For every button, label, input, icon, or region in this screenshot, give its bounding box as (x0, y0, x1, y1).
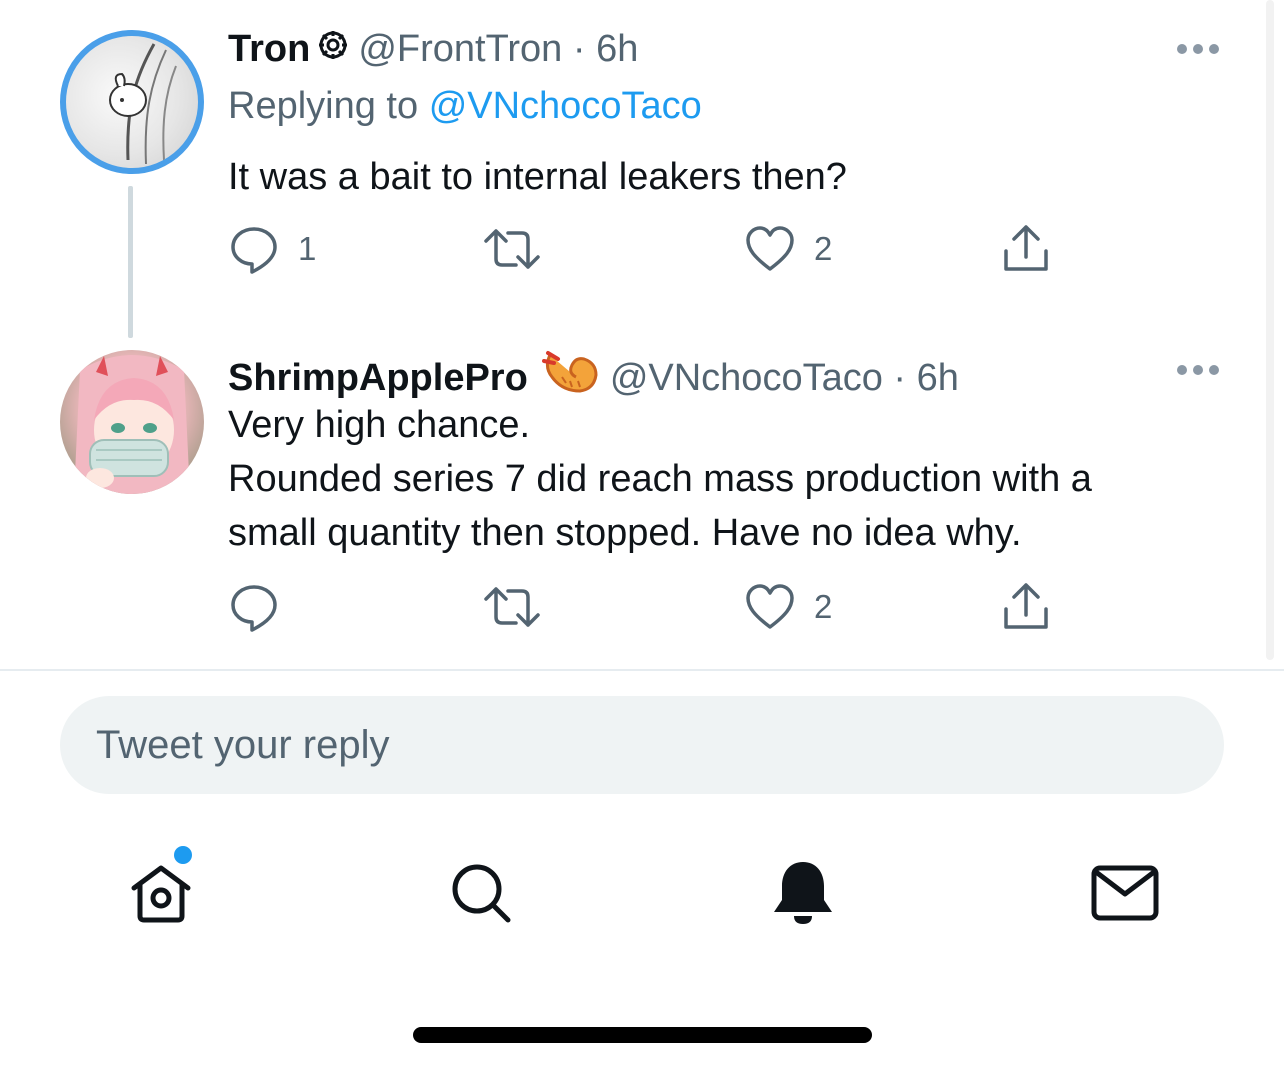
reply-input-placeholder: Tweet your reply (96, 723, 390, 767)
tweet-text: Very high chance. Rounded series 7 did r… (228, 398, 1092, 560)
reply-button[interactable] (228, 580, 298, 634)
like-button[interactable]: 2 (744, 580, 832, 634)
unread-indicator (174, 846, 192, 864)
tweet-shrimpapplepro[interactable]: ShrimpApplePro @VNchocoTaco · 6h Very hig… (0, 0, 1284, 660)
display-name[interactable]: ShrimpApplePro (228, 357, 528, 399)
tweet-text-line: Rounded series 7 did reach mass producti… (228, 458, 1092, 500)
separator-dot: · (893, 357, 907, 400)
handle[interactable]: @VNchocoTaco (610, 357, 883, 399)
more-options-icon[interactable] (1176, 363, 1220, 377)
home-indicator (413, 1027, 872, 1043)
like-count: 2 (814, 588, 833, 625)
tweet-actions: 2 (228, 580, 1088, 634)
share-button[interactable] (1000, 580, 1052, 634)
avatar-illustration (74, 355, 190, 494)
reply-icon (231, 585, 277, 632)
retweet-icon (484, 587, 540, 627)
retweet-button[interactable] (482, 580, 560, 634)
avatar[interactable] (60, 350, 204, 494)
search-icon[interactable] (446, 858, 516, 928)
tweet-text-line: small quantity then stopped. Have no ide… (228, 512, 1022, 554)
share-icon (1004, 583, 1048, 629)
timestamp[interactable]: 6h (917, 357, 959, 399)
divider (0, 669, 1284, 671)
home-icon[interactable] (126, 858, 196, 928)
mail-icon[interactable] (1090, 858, 1160, 928)
heart-icon (746, 584, 794, 629)
tweet-text-line: Very high chance. (228, 404, 531, 446)
reply-input[interactable]: Tweet your reply (60, 696, 1224, 794)
bell-icon[interactable] (768, 858, 838, 928)
